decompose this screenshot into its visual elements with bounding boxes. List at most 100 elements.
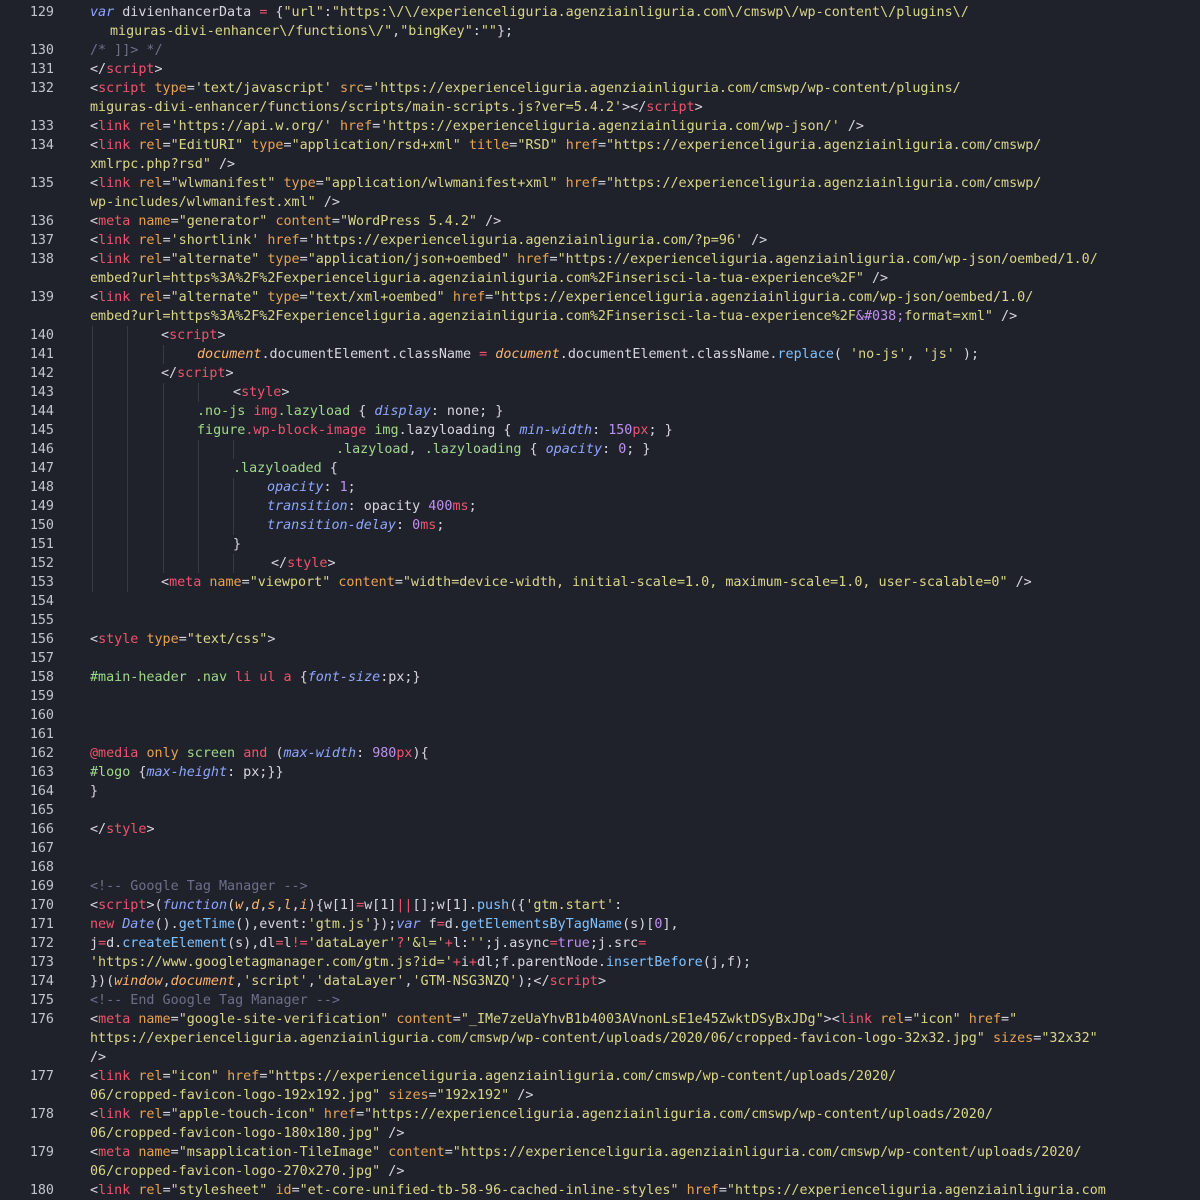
line-number: 178 — [29, 1107, 54, 1122]
line-number: 168 — [29, 860, 54, 875]
code-line[interactable]: 06/cropped-favicon-logo-180x180.jpg" /> — [0, 1124, 1200, 1143]
code-line[interactable]: 159 — [0, 687, 1200, 706]
indent-guide — [92, 326, 93, 345]
code-token: "icon" — [912, 1012, 969, 1027]
indent-guide — [163, 535, 164, 554]
code-token: 06/cropped-favicon-logo-270x270.jpg" — [90, 1164, 389, 1179]
code-line[interactable]: 155 — [0, 611, 1200, 630]
code-line[interactable]: miguras-divi-enhancer\/functions\/","bin… — [0, 22, 1200, 41]
code-token: [];w[1]. — [412, 898, 478, 913]
code-line[interactable]: 135 <link rel="wlwmanifest" type="applica… — [0, 174, 1200, 193]
code-token: rel — [138, 1069, 163, 1084]
code-line[interactable]: 150 transition-delay: 0ms; — [0, 516, 1200, 535]
code-line[interactable]: 171 new Date().getTime(),event:'gtm.js'})… — [0, 915, 1200, 934]
code-line[interactable]: 06/cropped-favicon-logo-192x192.jpg" siz… — [0, 1086, 1200, 1105]
code-line[interactable]: https://experienceliguria.agenziainligur… — [0, 1029, 1200, 1048]
code-line[interactable]: 157 — [0, 649, 1200, 668]
code-text: @media only screen and (max-width: 980px… — [90, 744, 1200, 763]
code-line[interactable]: miguras-divi-enhancer/functions/scripts/… — [0, 98, 1200, 117]
code-line[interactable]: 169 <!-- Google Tag Manager --> — [0, 877, 1200, 896]
code-line[interactable]: 137 <link rel='shortlink' href='https://e… — [0, 231, 1200, 250]
code-token: id — [275, 1183, 292, 1198]
code-line[interactable]: 145 figure.wp-block-image img.lazyloading… — [0, 421, 1200, 440]
code-token: wp-includes/wlwmanifest.xml" — [90, 195, 324, 210]
code-line[interactable]: 170 <script>(function(w,d,s,l,i){w[1]=w[1… — [0, 896, 1200, 915]
code-line[interactable]: 172 j=d.createElement(s),dl=l!='dataLayer… — [0, 934, 1200, 953]
code-line[interactable]: 142 </script> — [0, 364, 1200, 383]
code-line[interactable]: 153 <meta name="viewport" content="width=… — [0, 573, 1200, 592]
code-line[interactable]: 06/cropped-favicon-logo-270x270.jpg" /> — [0, 1162, 1200, 1181]
code-token: content — [388, 1145, 445, 1160]
code-token: "32x32" — [1041, 1031, 1098, 1046]
code-text: } — [90, 782, 1200, 801]
code-line[interactable]: 175 <!-- End Google Tag Manager --> — [0, 991, 1200, 1010]
code-line[interactable]: 162 @media only screen and (max-width: 98… — [0, 744, 1200, 763]
code-line[interactable]: 154 — [0, 592, 1200, 611]
code-text: document.documentElement.className = doc… — [197, 345, 1200, 364]
code-token: = — [162, 233, 171, 248]
code-line[interactable]: 165 — [0, 801, 1200, 820]
code-line[interactable]: /> — [0, 1048, 1200, 1067]
code-line[interactable]: 158 #main-header .nav li ul a {font-size:… — [0, 668, 1200, 687]
code-line[interactable]: 177 <link rel="icon" href="https://experi… — [0, 1067, 1200, 1086]
code-line[interactable]: 138 <link rel="alternate" type="applicati… — [0, 250, 1200, 269]
code-line[interactable]: 141 document.documentElement.className = … — [0, 345, 1200, 364]
code-line[interactable]: 178 <link rel="apple-touch-icon" href="ht… — [0, 1105, 1200, 1124]
code-line[interactable]: embed?url=https%3A%2F%2Fexperienceliguri… — [0, 269, 1200, 288]
code-line[interactable]: 167 — [0, 839, 1200, 858]
code-line[interactable]: 143 <style> — [0, 383, 1200, 402]
code-token: : — [323, 480, 340, 495]
code-line[interactable]: 130 /* ]]> */ — [0, 41, 1200, 60]
code-line[interactable]: 163 #logo {max-height: px;}} — [0, 763, 1200, 782]
code-token: script — [177, 366, 226, 381]
indent-guide — [198, 554, 199, 573]
code-token: = — [162, 176, 171, 191]
code-line[interactable]: 136 <meta name="generator" content="WordP… — [0, 212, 1200, 231]
code-text: <link rel="alternate" type="text/xml+oem… — [90, 288, 1200, 307]
code-line[interactable]: 139 <link rel="alternate" type="text/xml+… — [0, 288, 1200, 307]
indent-guide — [163, 497, 164, 516]
code-line[interactable]: 129 var divienhancerData = {"url":"https:… — [0, 3, 1200, 22]
code-line[interactable]: 131 </script> — [0, 60, 1200, 79]
code-line[interactable]: 179 <meta name="msapplication-TileImage" … — [0, 1143, 1200, 1162]
code-line[interactable]: 164} — [0, 782, 1200, 801]
code-token: "application/wlwmanifest+xml" — [323, 176, 566, 191]
code-line[interactable]: 156 <style type="text/css"> — [0, 630, 1200, 649]
code-line[interactable]: 174})(window,document,'script','dataLaye… — [0, 972, 1200, 991]
code-token: link — [98, 233, 139, 248]
code-line[interactable]: xmlrpc.php?rsd" /> — [0, 155, 1200, 174]
code-token: name — [138, 214, 171, 229]
code-line[interactable]: 146 .lazyload, .lazyloading { opacity: 0;… — [0, 440, 1200, 459]
code-line[interactable]: 173 'https://www.googletagmanager.com/gtm… — [0, 953, 1200, 972]
code-text: <link rel='https://api.w.org/' href='htt… — [90, 117, 1200, 136]
code-area[interactable]: 129 var divienhancerData = {"url":"https:… — [0, 0, 1200, 1200]
code-line[interactable]: 160 — [0, 706, 1200, 725]
code-line[interactable]: 176 <meta name="google-site-verification"… — [0, 1010, 1200, 1029]
code-line[interactable]: 152 </style> — [0, 554, 1200, 573]
code-line[interactable]: 168 — [0, 858, 1200, 877]
code-line[interactable]: 151} — [0, 535, 1200, 554]
code-token: </ — [161, 366, 178, 381]
code-token: < — [90, 119, 99, 134]
code-token: ; — [347, 480, 356, 495]
code-line[interactable]: 140 <script> — [0, 326, 1200, 345]
code-token: </ — [90, 822, 107, 837]
code-line[interactable]: 161 — [0, 725, 1200, 744]
code-token: < — [161, 328, 170, 343]
line-number: 153 — [29, 575, 54, 590]
code-line[interactable]: 166 </style> — [0, 820, 1200, 839]
code-line[interactable]: 149 transition: opacity 400ms; — [0, 497, 1200, 516]
code-line[interactable]: embed?url=https%3A%2F%2Fexperienceliguri… — [0, 307, 1200, 326]
code-line[interactable]: 147 .lazyloaded { — [0, 459, 1200, 478]
code-editor[interactable]: 129 var divienhancerData = {"url":"https:… — [0, 0, 1200, 1200]
line-number: 142 — [29, 366, 54, 381]
code-line[interactable]: 134 <link rel="EditURI" type="application… — [0, 136, 1200, 155]
code-line[interactable]: 148 opacity: 1; — [0, 478, 1200, 497]
code-line[interactable]: wp-includes/wlwmanifest.xml" /> — [0, 193, 1200, 212]
code-line[interactable]: 133 <link rel='https://api.w.org/' href='… — [0, 117, 1200, 136]
line-number: 166 — [29, 822, 54, 837]
code-line[interactable]: 180 <link rel="stylesheet" id="et-core-un… — [0, 1181, 1200, 1200]
code-token: content — [396, 1012, 453, 1027]
code-line[interactable]: 132 <script type='text/javascript' src='h… — [0, 79, 1200, 98]
code-line[interactable]: 144 .no-js img.lazyload { display: none; … — [0, 402, 1200, 421]
